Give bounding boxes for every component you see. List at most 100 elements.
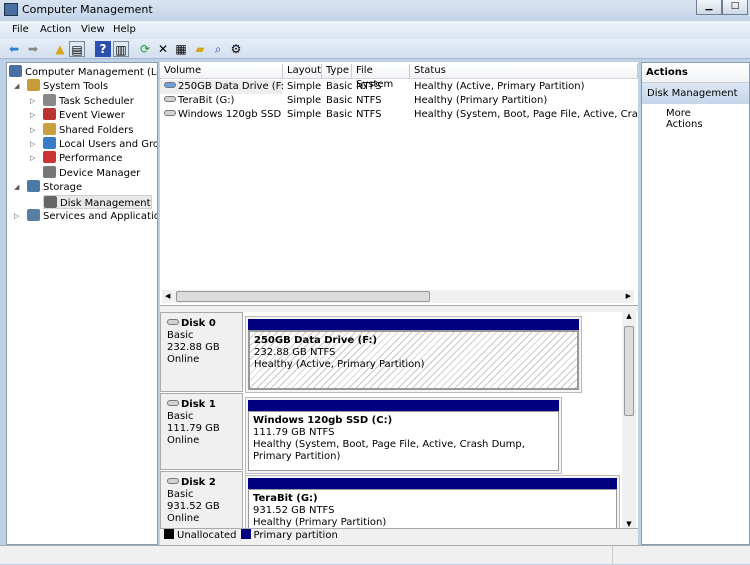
tree-item[interactable]: Performance (43, 151, 122, 165)
search-icon[interactable]: ⌕ (210, 41, 226, 57)
actions-section-disk-management[interactable]: Disk Management (642, 83, 749, 104)
column-header[interactable]: Type (322, 64, 352, 79)
table-cell[interactable]: Healthy (Active, Primary Partition) (410, 80, 638, 94)
table-cell[interactable]: Healthy (Primary Partition) (410, 94, 638, 108)
tree-item-label: Disk Management (60, 197, 151, 209)
table-cell[interactable]: NTFS (352, 94, 410, 108)
cell-text: Basic (326, 109, 352, 120)
disk-label[interactable]: Disk 1 Basic 111.79 GB Online (160, 393, 243, 470)
show-hide-console-tree-icon[interactable]: ▤ (69, 41, 85, 57)
open-folder-icon[interactable]: ▰ (192, 41, 208, 57)
primary-partition-bar (248, 478, 617, 489)
cell-text: Simple (287, 81, 322, 92)
tree-item[interactable]: Storage (27, 180, 82, 194)
disk-graphical-view: Disk 0 Basic 232.88 GB Online 250GB Data Dri… (160, 312, 638, 528)
partition-size: 232.88 GB NTFS (254, 347, 336, 358)
column-header[interactable]: Layout (283, 64, 322, 79)
forward-arrow-icon[interactable]: ➡ (25, 41, 41, 57)
scroll-right-arrow-icon[interactable]: ▶ (626, 292, 631, 300)
partition-box[interactable]: TeraBit (G:) 931.52 GB NTFS Healthy (Prima… (248, 489, 617, 528)
tree-item[interactable]: Event Viewer (43, 108, 125, 122)
tree-item[interactable]: Shared Folders (43, 122, 134, 137)
status-bar (0, 545, 750, 565)
menu-file[interactable]: File (7, 23, 34, 36)
expand-toggle-icon[interactable]: ▷ (30, 111, 35, 119)
tree-item[interactable]: Disk Management (43, 194, 152, 209)
maximize-button[interactable]: □ (722, 0, 748, 15)
menu-action[interactable]: Action (35, 23, 76, 36)
tree-item-label: Storage (43, 182, 83, 194)
partition[interactable]: TeraBit (G:) 931.52 GB NTFS Healthy (Prima… (245, 475, 620, 528)
table-cell[interactable]: Basic (322, 108, 352, 122)
vertical-scrollbar[interactable]: ▲ ▼ (622, 312, 636, 528)
up-folder-icon[interactable]: ▲ (52, 41, 68, 57)
tree-item-label: Event Viewer (59, 110, 125, 122)
partition-name: Windows 120gb SSD (C:) (253, 415, 393, 426)
table-cell[interactable]: Basic (322, 80, 352, 94)
partition-box[interactable]: 250GB Data Drive (F:) 232.88 GB NTFS Healt… (248, 330, 579, 390)
partition-name: TeraBit (G:) (253, 493, 318, 504)
table-cell[interactable]: TeraBit (G:) (160, 94, 283, 108)
table-cell[interactable]: Simple (283, 80, 322, 94)
tree-item-label: Task Scheduler (59, 95, 134, 107)
tree-item[interactable]: System Tools (27, 79, 108, 93)
scroll-up-arrow-icon[interactable]: ▲ (622, 312, 636, 320)
delete-icon[interactable]: ✕ (155, 41, 171, 57)
disk-management-pane: Volume Layout Type File System Status 250GB D… (160, 62, 638, 545)
tree-item[interactable]: Computer Management (Local (9, 65, 157, 79)
show-hide-action-pane-icon[interactable]: ▥ (113, 41, 129, 57)
scrollbar-thumb[interactable] (176, 291, 430, 302)
tree-item[interactable]: Task Scheduler (43, 93, 134, 108)
expand-toggle-icon[interactable]: ▷ (30, 97, 35, 105)
expand-toggle-icon[interactable]: ◢ (14, 82, 19, 90)
table-cell[interactable]: Simple (283, 94, 322, 108)
tree-item-label: Computer Management (Local (25, 67, 157, 78)
table-cell[interactable]: NTFS (352, 80, 410, 94)
menu-help[interactable]: Help (108, 23, 141, 36)
disk-name-text: Disk 0 (181, 318, 216, 329)
expand-toggle-icon[interactable]: ▷ (30, 140, 35, 148)
disk-icon (167, 478, 179, 484)
expand-toggle-icon[interactable]: ▷ (30, 126, 35, 134)
help-icon[interactable]: ? (95, 41, 111, 57)
horizontal-scrollbar[interactable]: ◀ ▶ (162, 290, 634, 303)
tree-node-icon (44, 195, 57, 208)
partition[interactable]: Windows 120gb SSD (C:) 111.79 GB NTFS Heal… (245, 397, 562, 474)
table-cell[interactable]: Basic (322, 94, 352, 108)
expand-toggle-icon[interactable]: ▷ (30, 154, 35, 162)
expand-toggle-icon[interactable]: ▷ (14, 212, 19, 220)
refresh-icon[interactable]: ⟳ (137, 41, 153, 57)
back-arrow-icon[interactable]: ⬅ (6, 41, 22, 57)
expand-toggle-icon[interactable]: ◢ (14, 183, 19, 191)
table-cell[interactable]: Healthy (System, Boot, Page File, Active… (410, 108, 638, 122)
tree-item-label: Device Manager (59, 167, 141, 179)
partition-status: Healthy (Active, Primary Partition) (254, 359, 425, 370)
minimize-button[interactable]: ▁ (696, 0, 722, 15)
tree-item[interactable]: Device Manager (43, 165, 141, 180)
cell-text: Basic (326, 95, 352, 106)
tree-node-icon (43, 151, 56, 164)
cell-text: NTFS (356, 95, 382, 106)
scrollbar-thumb[interactable] (624, 326, 634, 416)
column-header[interactable]: Status (410, 64, 638, 79)
partition-box[interactable]: Windows 120gb SSD (C:) 111.79 GB NTFS Heal… (248, 411, 559, 471)
table-cell[interactable]: 250GB Data Drive (F:) (160, 80, 283, 94)
properties-icon[interactable]: ▦ (173, 41, 189, 57)
table-cell[interactable]: Windows 120gb SSD (C:) (160, 108, 283, 122)
settings-icon[interactable]: ⚙ (228, 41, 244, 57)
disk-label[interactable]: Disk 0 Basic 232.88 GB Online (160, 312, 243, 392)
column-header[interactable]: Volume (160, 64, 283, 79)
scroll-left-arrow-icon[interactable]: ◀ (165, 292, 170, 300)
tree-item[interactable]: Services and Applications (27, 209, 157, 223)
toolbar: ⬅ ➡ ▲ ▤ ? ▥ ⟳ ✕ ▦ ▰ ⌕ ⚙ (0, 39, 750, 59)
table-cell[interactable]: Simple (283, 108, 322, 122)
tree-item[interactable]: Local Users and Groups (43, 137, 157, 151)
partition[interactable]: 250GB Data Drive (F:) 232.88 GB NTFS Healt… (245, 316, 582, 393)
menu-view[interactable]: View (76, 23, 110, 36)
scroll-down-arrow-icon[interactable]: ▼ (622, 520, 636, 528)
column-header[interactable]: File System (352, 64, 410, 90)
table-cell[interactable]: NTFS (352, 108, 410, 122)
disk-label[interactable]: Disk 2 Basic 931.52 GB Online (160, 471, 243, 528)
cell-text: Simple (287, 109, 322, 120)
more-actions-link[interactable]: More Actions (642, 104, 749, 134)
